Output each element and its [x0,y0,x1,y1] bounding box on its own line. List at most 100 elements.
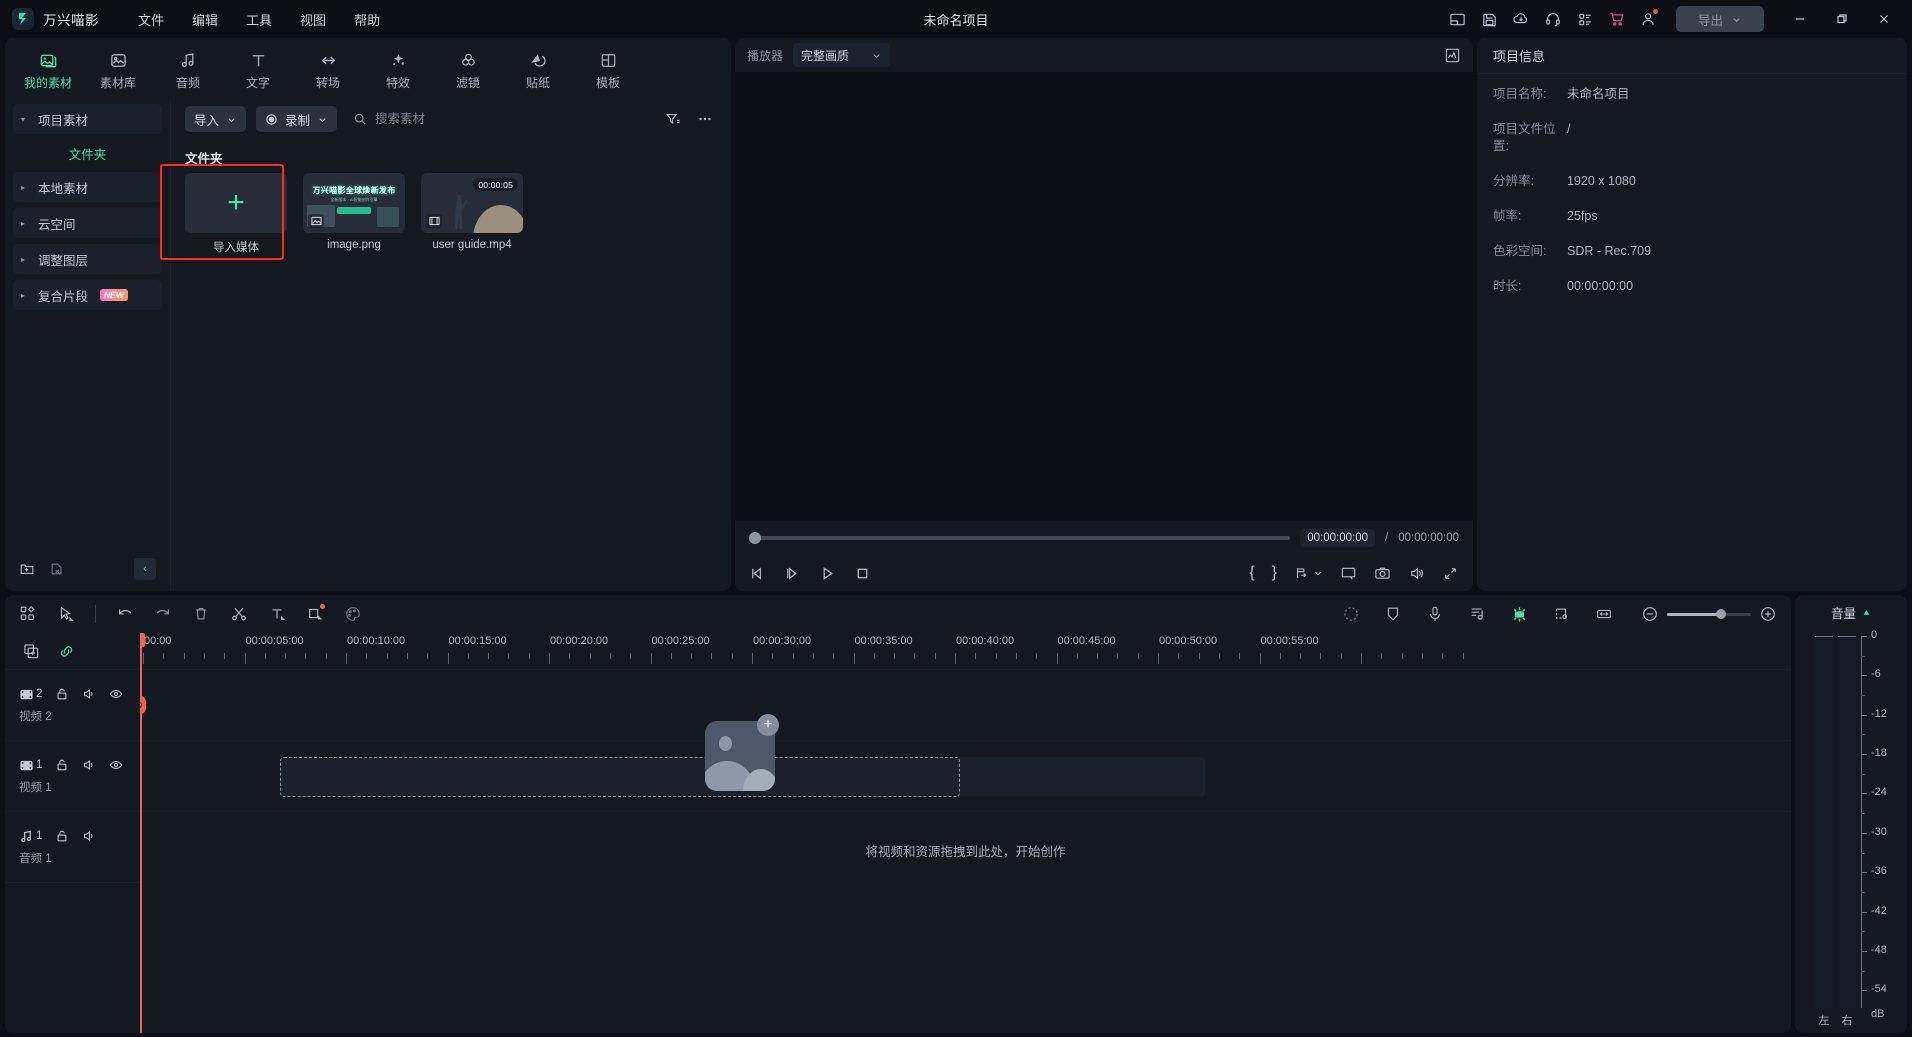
asset-import-media[interactable]: + 导入媒体 [185,173,287,255]
sidebar-subitem-folder[interactable]: 文件夹 [13,140,162,166]
search-box[interactable] [353,112,545,126]
import-button[interactable]: 导入 [185,106,246,132]
sidebar-item-project-media[interactable]: ▾ 项目素材 [13,104,162,134]
layout-icon[interactable] [1442,4,1472,34]
mark-in-icon[interactable]: { [1249,564,1254,582]
tab-text[interactable]: 文字 [227,44,289,91]
lock-icon[interactable] [55,829,69,843]
track-header-audio-1[interactable]: 1 音频 1 [5,811,140,882]
seek-knob[interactable] [749,532,761,544]
volume-icon[interactable] [1408,565,1425,582]
waveform-icon[interactable] [1444,47,1461,64]
export-button[interactable]: 导出 [1676,6,1764,32]
mute-icon[interactable] [82,687,96,701]
lock-icon[interactable] [55,687,69,701]
delete-icon[interactable] [192,605,210,623]
seek-slider[interactable] [749,536,1290,540]
mark-out-icon[interactable]: } [1272,564,1277,582]
zoom-slider[interactable] [1667,613,1751,616]
cloud-upload-icon[interactable] [1506,4,1536,34]
export-frame-icon[interactable] [1294,565,1323,581]
sidebar-item-compound-clip[interactable]: ▸ 复合片段 NEW [13,280,162,310]
fullscreen-icon[interactable] [1442,565,1459,582]
stop-icon[interactable] [854,565,871,582]
record-button[interactable]: 录制 [256,106,337,132]
cart-icon[interactable] [1602,4,1632,34]
auto-layout-icon[interactable] [19,605,37,623]
shape-tool-icon[interactable] [306,605,324,623]
text-tool-icon[interactable] [268,605,286,623]
tab-filter[interactable]: 滤镜 [437,44,499,91]
play-icon[interactable] [819,565,836,582]
tab-my-media[interactable]: 我的素材 [17,44,79,91]
current-timecode[interactable]: 00:00:00:00 [1300,529,1375,547]
redo-icon[interactable] [154,605,172,623]
save-icon[interactable] [1474,4,1504,34]
menu-tools[interactable]: 工具 [232,5,286,34]
track-header-video-2[interactable]: 2 视频 2 [5,669,140,740]
screen-icon[interactable] [1340,565,1357,582]
voiceover-icon[interactable] [1426,605,1444,623]
audio-mix-icon[interactable] [1468,605,1486,623]
motion-tracking-icon[interactable] [1342,605,1360,623]
playhead-knob[interactable] [140,633,145,647]
playhead[interactable] [140,633,142,1033]
filter-sort-icon[interactable] [665,111,681,127]
crop-icon[interactable] [1553,605,1571,623]
fit-timeline-icon[interactable] [1595,605,1613,623]
asset-user-guide-mp4[interactable]: 00:00:05 user guide.mp4 [421,173,523,255]
sidebar-item-local-media[interactable]: ▸ 本地素材 [13,172,162,202]
window-restore-button[interactable] [1822,0,1862,38]
audio-meter-title[interactable]: 音量 [1831,603,1871,622]
track-header-video-1[interactable]: 1 视频 1 [5,740,140,811]
drop-zone[interactable] [280,757,960,797]
apps-grid-icon[interactable] [1570,4,1600,34]
tab-transition[interactable]: 转场 [297,44,359,91]
select-tool-icon[interactable] [57,605,75,623]
timeline-canvas[interactable]: 00:0000:00:05:0000:00:10:0000:00:15:0000… [140,633,1791,1033]
mute-icon[interactable] [82,758,96,772]
more-options-icon[interactable] [697,111,713,127]
track-row[interactable] [140,811,1791,882]
zoom-out-icon[interactable] [1641,605,1659,623]
prev-frame-icon[interactable] [749,565,766,582]
add-media-plus-icon[interactable]: + [757,714,779,736]
zoom-in-icon[interactable] [1759,605,1777,623]
tab-audio[interactable]: 音频 [157,44,219,91]
tab-effects[interactable]: 特效 [367,44,429,91]
tab-stock-library[interactable]: 素材库 [87,44,149,91]
track-row[interactable] [140,669,1791,740]
delete-folder-icon[interactable] [49,561,65,577]
timeline-ruler[interactable]: 00:0000:00:05:0000:00:10:0000:00:15:0000… [140,633,1791,669]
add-track-icon[interactable] [23,643,40,660]
link-icon[interactable] [58,643,75,660]
eye-icon[interactable] [109,687,123,701]
menu-edit[interactable]: 编辑 [178,5,232,34]
import-media-tile[interactable]: + [185,173,287,233]
menu-view[interactable]: 视图 [286,5,340,34]
account-icon[interactable] [1634,4,1664,34]
headset-icon[interactable] [1538,4,1568,34]
quality-select[interactable]: 完整画质 [793,43,890,67]
keyframe-icon[interactable] [1510,605,1529,624]
menu-file[interactable]: 文件 [124,5,178,34]
tab-template[interactable]: 模板 [577,44,639,91]
sidebar-item-adjustment-layer[interactable]: ▸ 调整图层 [13,244,162,274]
undo-icon[interactable] [116,605,134,623]
search-input[interactable] [375,112,545,126]
snapshot-camera-icon[interactable] [1374,565,1391,582]
color-tool-icon[interactable] [344,605,362,623]
collapse-panel-icon[interactable]: ‹ [134,558,156,580]
menu-help[interactable]: 帮助 [340,5,394,34]
new-folder-icon[interactable] [19,561,35,577]
sidebar-item-cloud[interactable]: ▸ 云空间 [13,208,162,238]
window-minimize-button[interactable] [1780,0,1820,38]
asset-image-png[interactable]: 万兴喵影全球焕新发布 全新版本 · AI智能创作引擎 image.png [303,173,405,255]
split-icon[interactable] [230,605,248,623]
tab-sticker[interactable]: 贴纸 [507,44,569,91]
track-row[interactable]: + 将视频和资源拖拽到此处，开始创作 [140,740,1791,811]
next-frame-icon[interactable] [784,565,801,582]
lock-icon[interactable] [55,758,69,772]
eye-icon[interactable] [109,758,123,772]
mask-icon[interactable] [1384,605,1402,623]
